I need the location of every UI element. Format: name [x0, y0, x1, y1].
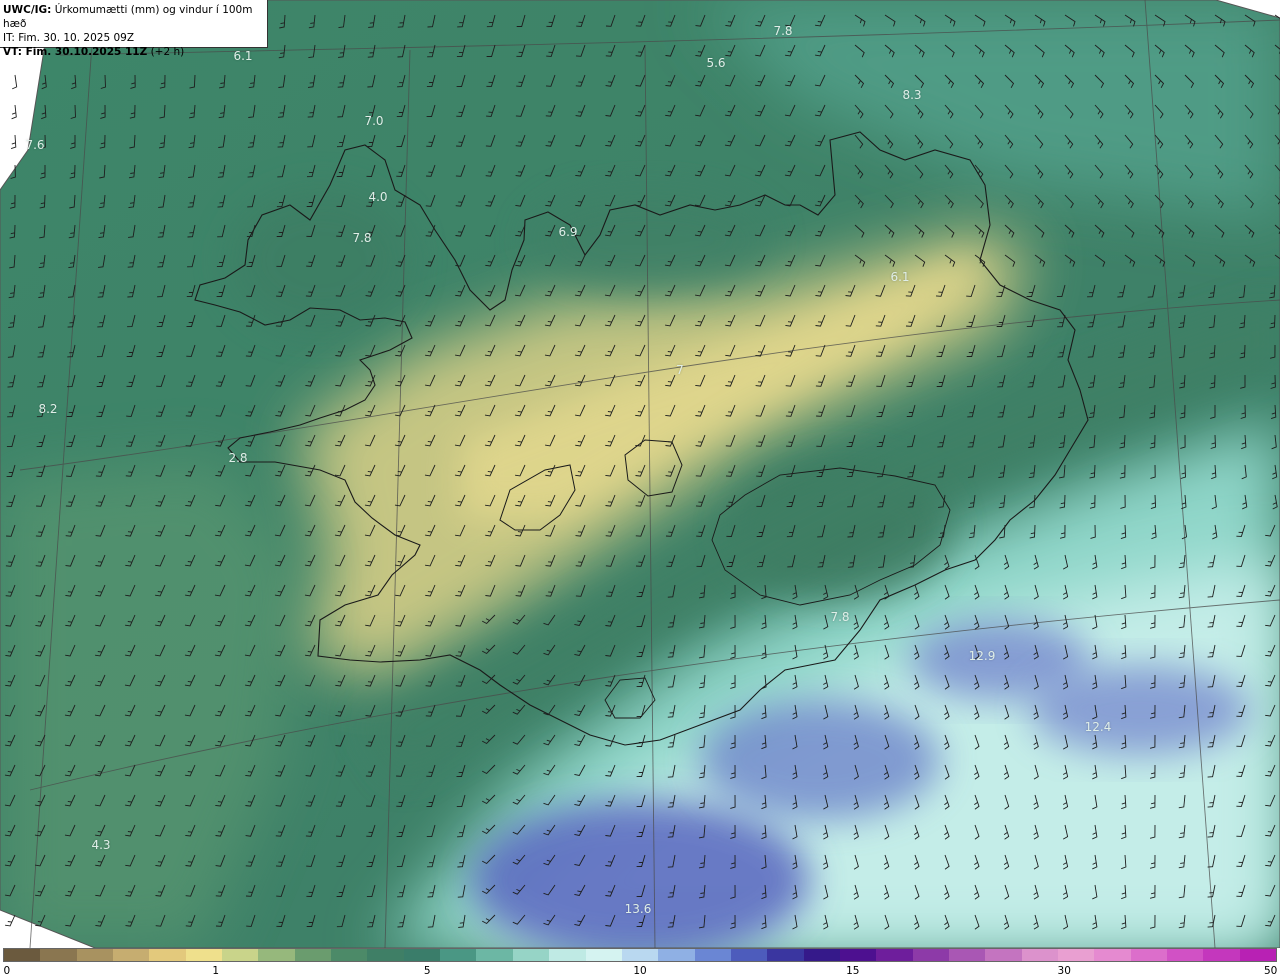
- title-line: UWC/IG: Úrkomumætti (mm) og vindur í 100…: [3, 3, 267, 31]
- map-value-label: 8.2: [38, 402, 58, 416]
- colorbar-tick-label: 5: [423, 965, 431, 977]
- map-value-label: 13.6: [624, 902, 652, 916]
- map-value-label: 7.8: [830, 610, 850, 624]
- initial-time: IT: Fim. 30. 10. 2025 09Z: [3, 32, 135, 44]
- valid-time-line: VT: Fim. 30.10.2025 11Z (+2 h): [3, 45, 267, 59]
- forecast-offset: (+2 h): [150, 46, 185, 58]
- map-info-box: UWC/IG: Úrkomumætti (mm) og vindur í 100…: [0, 0, 268, 58]
- map-value-label: 6.1: [233, 49, 253, 63]
- colorbar-tick-label: 10: [633, 965, 647, 977]
- map-value-label: 6.9: [558, 225, 578, 239]
- colorbar-strip: [3, 948, 1277, 962]
- colorbar-tick-label: 1: [212, 965, 220, 977]
- colorbar-tick-label: 30: [1057, 965, 1071, 977]
- valid-time: VT: Fim. 30.10.2025 11Z: [3, 46, 148, 58]
- map-value-label: 12.4: [1084, 720, 1112, 734]
- colorbar-legend: 0 1 5 10 15 30 50: [0, 948, 1280, 978]
- precipitation-map[interactable]: [0, 0, 1280, 948]
- map-value-label: 4.0: [368, 190, 388, 204]
- colorbar-tick-label: 50: [1263, 965, 1278, 977]
- map-value-label: 7.0: [364, 114, 384, 128]
- product-label: UWC/IG:: [3, 4, 52, 16]
- map-value-label: 4.3: [91, 838, 111, 852]
- map-value-label: 7: [676, 363, 684, 377]
- map-value-label: 8.3: [902, 88, 922, 102]
- colorbar-tick-label: 15: [846, 965, 860, 977]
- colorbar-tick-label: 0: [3, 965, 11, 977]
- map-value-label: 7.8: [352, 231, 372, 245]
- map-value-label: 7.6: [25, 138, 45, 152]
- map-value-label: 7.8: [773, 24, 793, 38]
- map-canvas: [0, 0, 1280, 948]
- map-value-label: 6.1: [890, 270, 910, 284]
- map-value-label: 5.6: [706, 56, 726, 70]
- map-value-label: 2.8: [228, 451, 248, 465]
- map-value-label: 12.9: [968, 649, 996, 663]
